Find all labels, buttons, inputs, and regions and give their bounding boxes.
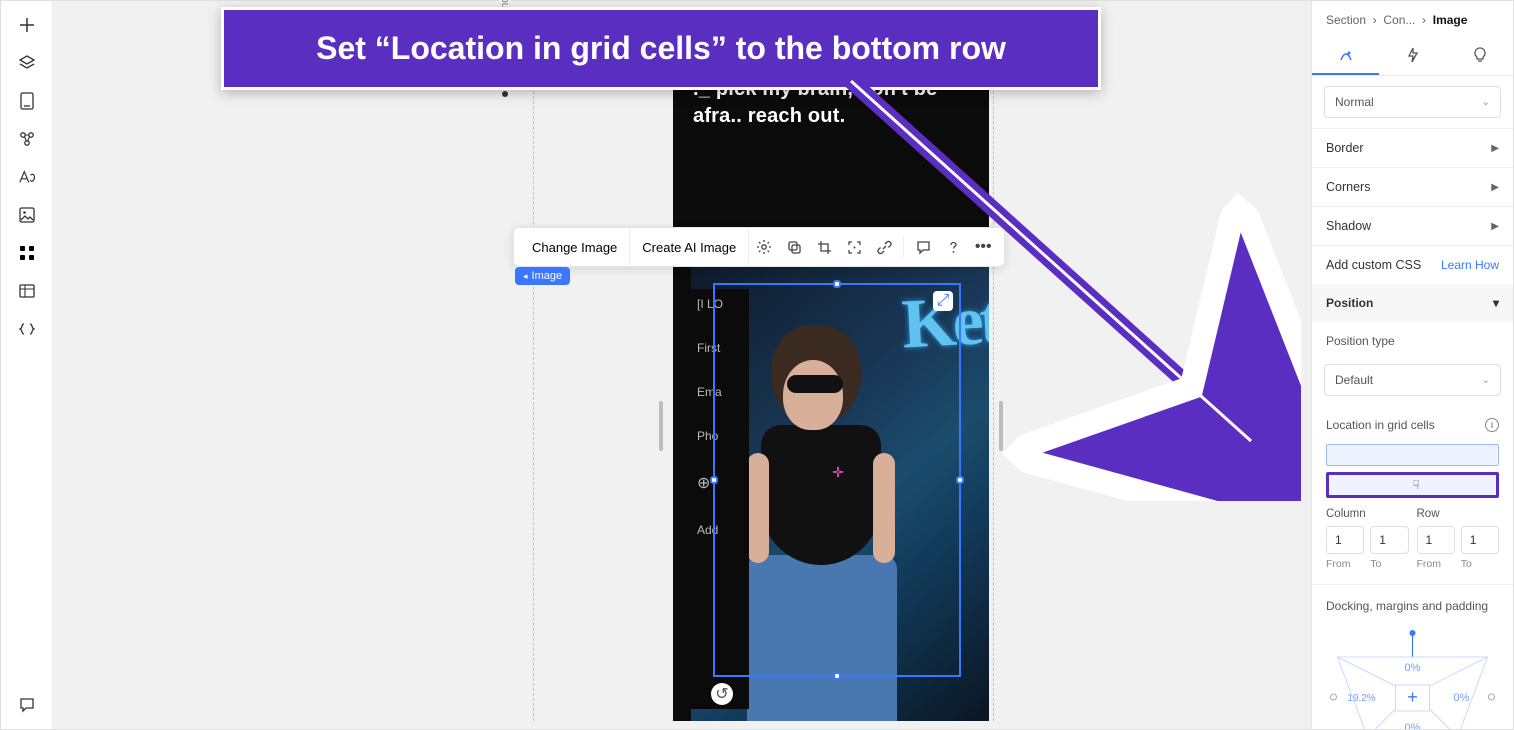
shadow-accordion[interactable]: Shadow▶ bbox=[1312, 206, 1513, 245]
guide-right bbox=[993, 41, 994, 721]
tab-interactions[interactable] bbox=[1379, 37, 1446, 75]
components-icon[interactable] bbox=[17, 129, 37, 149]
layers-icon[interactable] bbox=[17, 53, 37, 73]
help-icon[interactable] bbox=[938, 228, 968, 266]
row-to-input[interactable]: 1 bbox=[1461, 526, 1499, 554]
position-type-select[interactable]: Default⌄ bbox=[1324, 364, 1501, 396]
grid-row-1[interactable] bbox=[1326, 444, 1499, 466]
docking-diagram[interactable]: + 0% 19.2% 0% 0% bbox=[1326, 627, 1499, 729]
position-section-header[interactable]: Position▾ bbox=[1312, 284, 1513, 322]
cursor-icon: ☟ bbox=[1413, 478, 1420, 492]
tab-design[interactable] bbox=[1312, 37, 1379, 75]
breadcrumbs[interactable]: Section › Con... › Image bbox=[1312, 1, 1513, 37]
corners-accordion[interactable]: Corners▶ bbox=[1312, 167, 1513, 206]
code-icon[interactable] bbox=[17, 319, 37, 339]
media-icon[interactable] bbox=[17, 205, 37, 225]
left-rail bbox=[1, 1, 53, 729]
instruction-callout: Set “Location in grid cells” to the bott… bbox=[221, 7, 1101, 90]
expand-icon[interactable]: ⤢ bbox=[933, 291, 953, 311]
create-ai-image-button[interactable]: Create AI Image bbox=[630, 228, 749, 266]
row-header: Row bbox=[1417, 508, 1500, 520]
copy-icon[interactable] bbox=[779, 228, 809, 266]
guide-left bbox=[533, 41, 534, 721]
tab-ideas[interactable] bbox=[1446, 37, 1513, 75]
typography-icon[interactable] bbox=[17, 167, 37, 187]
change-image-button[interactable]: Change Image bbox=[520, 228, 630, 266]
handle-bottom[interactable] bbox=[833, 672, 841, 680]
apps-icon[interactable] bbox=[17, 243, 37, 263]
resize-handle-left[interactable] bbox=[659, 401, 663, 451]
focal-icon[interactable] bbox=[839, 228, 869, 266]
comments-icon[interactable] bbox=[17, 695, 37, 715]
custom-css-row[interactable]: Add custom CSSLearn How bbox=[1312, 245, 1513, 284]
anchor-cross: ✛ bbox=[832, 464, 844, 481]
resize-handle-right[interactable] bbox=[999, 401, 1003, 451]
canvas-area[interactable]: Mobile (750px and belo session, or are j… bbox=[53, 1, 1311, 729]
border-accordion[interactable]: Border▶ bbox=[1312, 128, 1513, 167]
column-from-input[interactable]: 1 bbox=[1326, 526, 1364, 554]
floating-toolbar: Change Image Create AI Image ••• bbox=[513, 227, 1005, 267]
settings-icon[interactable] bbox=[749, 228, 779, 266]
docking-label: Docking, margins and padding bbox=[1312, 584, 1513, 619]
grid-row-2-selected[interactable]: ☟ bbox=[1326, 472, 1499, 498]
info-icon[interactable]: i bbox=[1485, 418, 1499, 432]
data-icon[interactable] bbox=[17, 281, 37, 301]
handle-top[interactable] bbox=[833, 280, 841, 288]
crop-icon[interactable] bbox=[809, 228, 839, 266]
column-row-inputs: Column 1 1 FromTo Row 1 1 FromTo bbox=[1312, 508, 1513, 576]
column-to-input[interactable]: 1 bbox=[1370, 526, 1408, 554]
learn-how-link[interactable]: Learn How bbox=[1441, 258, 1499, 272]
separator bbox=[903, 236, 904, 258]
add-icon[interactable] bbox=[17, 15, 37, 35]
handle-left[interactable] bbox=[710, 476, 718, 484]
comment-icon[interactable] bbox=[908, 228, 938, 266]
link-icon[interactable] bbox=[869, 228, 899, 266]
handle-right[interactable] bbox=[956, 476, 964, 484]
grid-cells-picker[interactable]: ☟ bbox=[1326, 444, 1499, 498]
column-header: Column bbox=[1326, 508, 1409, 520]
row-from-input[interactable]: 1 bbox=[1417, 526, 1455, 554]
element-badge[interactable]: ◂Image bbox=[515, 267, 570, 285]
state-selector[interactable]: Normal⌄ bbox=[1324, 86, 1501, 118]
svg-text:+: + bbox=[1407, 687, 1418, 707]
reset-icon[interactable]: ↺ bbox=[711, 683, 733, 705]
position-type-label: Position type bbox=[1312, 322, 1513, 354]
location-label-row: Location in grid cells i bbox=[1312, 406, 1513, 438]
inspector-tabs bbox=[1312, 37, 1513, 76]
selection-box[interactable]: ⤢ ↺ ✛ bbox=[713, 283, 961, 677]
dock-top-value: 0% bbox=[1405, 662, 1421, 674]
page-icon[interactable] bbox=[17, 91, 37, 111]
more-icon[interactable]: ••• bbox=[968, 228, 998, 266]
dock-right-value: 0% bbox=[1454, 692, 1470, 704]
dock-bottom-value: 0% bbox=[1405, 722, 1421, 729]
dock-left-value: 19.2% bbox=[1347, 693, 1375, 704]
inspector-panel: Section › Con... › Image Normal⌄ Border▶… bbox=[1311, 1, 1513, 729]
